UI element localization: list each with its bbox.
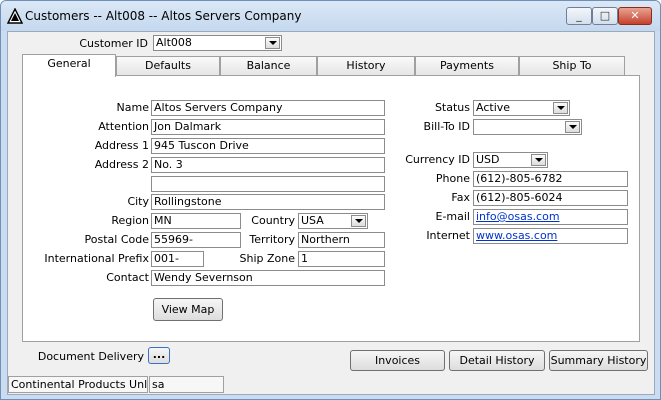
status-company: Continental Products Unlimite xyxy=(8,376,148,393)
city-field[interactable]: Rollingstone xyxy=(151,194,385,210)
window-title: Customers -- Alt008 -- Altos Servers Com… xyxy=(25,9,302,23)
view-map-button[interactable]: View Map xyxy=(153,298,223,321)
summary-history-button[interactable]: Summary History xyxy=(549,350,648,371)
postal-code-field[interactable]: 55969- xyxy=(151,232,241,248)
postal-code-label: Postal Code xyxy=(84,233,149,246)
tab-balance[interactable]: Balance xyxy=(220,56,317,76)
detail-history-button[interactable]: Detail History xyxy=(449,350,545,371)
customer-id-label: Customer ID xyxy=(79,37,148,50)
internet-link[interactable]: www.osas.com xyxy=(476,229,557,242)
contact-label: Contact xyxy=(106,271,149,284)
document-delivery-button[interactable]: ... xyxy=(148,347,170,364)
address3-field[interactable] xyxy=(151,176,385,192)
region-field[interactable]: MN xyxy=(151,213,241,229)
warning-triangle-icon xyxy=(7,8,23,24)
address1-label: Address 1 xyxy=(94,139,149,152)
minimize-icon: _ xyxy=(576,9,582,22)
bill-to-combo[interactable] xyxy=(473,119,582,135)
document-delivery-label: Document Delivery xyxy=(37,350,144,363)
tab-history[interactable]: History xyxy=(317,56,415,76)
internet-field[interactable]: www.osas.com xyxy=(473,228,628,244)
tab-ship-to[interactable]: Ship To xyxy=(519,56,625,76)
ship-zone-label: Ship Zone xyxy=(239,252,296,265)
country-value: USA xyxy=(301,214,324,227)
international-prefix-field[interactable]: 001- xyxy=(151,251,204,267)
attention-label: Attention xyxy=(98,120,149,133)
currency-id-combo[interactable]: USD xyxy=(473,152,548,168)
maximize-button[interactable]: □ xyxy=(592,7,618,25)
fax-field[interactable]: (612)-805-6024 xyxy=(473,190,628,206)
invoices-button[interactable]: Invoices xyxy=(350,350,445,371)
tab-general-label: General xyxy=(47,57,91,70)
bill-to-label: Bill-To ID xyxy=(423,120,470,133)
ship-zone-field[interactable]: 1 xyxy=(298,251,385,267)
phone-field[interactable]: (612)-805-6782 xyxy=(473,171,628,187)
status-value: Active xyxy=(476,101,511,114)
name-label: Name xyxy=(116,101,149,114)
international-prefix-label: International Prefix xyxy=(44,252,149,265)
territory-field[interactable]: Northern xyxy=(298,232,385,248)
customer-id-dropdown-button[interactable] xyxy=(265,37,280,49)
country-label: Country xyxy=(251,214,295,227)
city-label: City xyxy=(127,195,149,208)
name-field[interactable]: Altos Servers Company xyxy=(151,100,385,116)
minimize-button[interactable]: _ xyxy=(566,7,592,25)
chevron-down-icon xyxy=(269,41,277,45)
tab-ship-to-label: Ship To xyxy=(552,59,592,72)
bill-to-dropdown-button[interactable] xyxy=(565,121,580,133)
tab-payments[interactable]: Payments xyxy=(415,56,519,76)
status-combo[interactable]: Active xyxy=(473,100,570,116)
close-button[interactable]: ✕ xyxy=(618,7,652,25)
customer-form: Customer ID Alt008 General Defaults Bala… xyxy=(7,31,655,395)
customers-window: Customers -- Alt008 -- Altos Servers Com… xyxy=(0,0,661,400)
tab-defaults-label: Defaults xyxy=(145,59,191,72)
tab-general[interactable]: General xyxy=(22,54,116,77)
status-label: Status xyxy=(434,101,470,114)
fax-label: Fax xyxy=(451,191,470,204)
email-link[interactable]: info@osas.com xyxy=(476,210,560,223)
tab-payments-label: Payments xyxy=(440,59,494,72)
general-tab-panel: Name Altos Servers Company Attention Jon… xyxy=(22,75,640,342)
email-field[interactable]: info@osas.com xyxy=(473,209,628,225)
email-label: E-mail xyxy=(435,210,471,223)
address1-field[interactable]: 945 Tuscon Drive xyxy=(151,138,385,154)
customer-id-combo[interactable]: Alt008 xyxy=(153,35,282,51)
currency-id-value: USD xyxy=(476,153,500,166)
country-combo[interactable]: USA xyxy=(298,213,368,229)
address2-field[interactable]: No. 3 xyxy=(151,157,385,173)
customer-id-value: Alt008 xyxy=(156,36,192,49)
region-label: Region xyxy=(111,214,149,227)
tab-balance-label: Balance xyxy=(246,59,291,72)
chevron-down-icon xyxy=(535,158,543,162)
tab-history-label: History xyxy=(346,59,386,72)
territory-label: Territory xyxy=(249,233,295,246)
address2-label: Address 2 xyxy=(94,158,149,171)
close-icon: ✕ xyxy=(630,9,640,22)
chevron-down-icon xyxy=(557,106,565,110)
maximize-icon: □ xyxy=(599,9,611,22)
country-dropdown-button[interactable] xyxy=(351,215,366,227)
contact-field[interactable]: Wendy Severnson xyxy=(151,270,385,286)
status-dropdown-button[interactable] xyxy=(553,102,568,114)
internet-label: Internet xyxy=(426,229,470,242)
chevron-down-icon xyxy=(569,125,577,129)
currency-id-label: Currency ID xyxy=(405,153,470,166)
chevron-down-icon xyxy=(355,219,363,223)
status-user: sa xyxy=(149,376,224,393)
tab-defaults[interactable]: Defaults xyxy=(116,56,220,76)
phone-label: Phone xyxy=(435,172,470,185)
title-bar[interactable]: Customers -- Alt008 -- Altos Servers Com… xyxy=(1,1,660,31)
currency-dropdown-button[interactable] xyxy=(531,154,546,166)
attention-field[interactable]: Jon Dalmark xyxy=(151,119,385,135)
